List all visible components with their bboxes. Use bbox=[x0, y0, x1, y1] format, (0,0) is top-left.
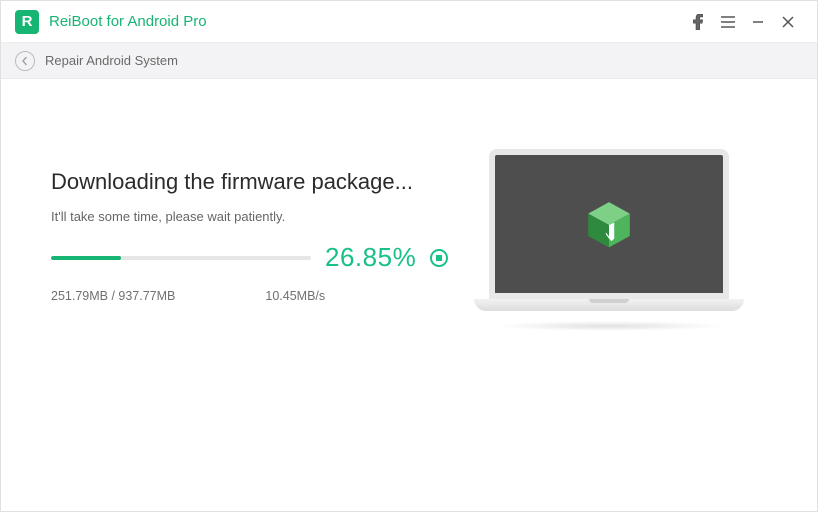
download-speed: 10.45MB/s bbox=[265, 289, 325, 303]
app-title: ReiBoot for Android Pro bbox=[49, 13, 207, 30]
titlebar: R ReiBoot for Android Pro bbox=[1, 1, 817, 43]
package-icon bbox=[583, 198, 635, 250]
app-logo-icon: R bbox=[15, 10, 39, 34]
progress-row: 26.85% bbox=[51, 242, 451, 273]
progress-percent: 26.85% bbox=[325, 242, 416, 273]
laptop-screen bbox=[489, 149, 729, 299]
minimize-button[interactable] bbox=[743, 7, 773, 37]
download-panel: Downloading the firmware package... It'l… bbox=[51, 129, 451, 303]
illustration bbox=[451, 129, 767, 331]
download-size: 251.79MB / 937.77MB bbox=[51, 289, 175, 303]
close-button[interactable] bbox=[773, 7, 803, 37]
facebook-icon[interactable] bbox=[683, 7, 713, 37]
progress-fill bbox=[51, 256, 121, 260]
download-stats: 251.79MB / 937.77MB 10.45MB/s bbox=[51, 289, 451, 303]
laptop-shadow bbox=[494, 321, 724, 331]
laptop-illustration bbox=[474, 149, 744, 331]
progress-bar bbox=[51, 256, 311, 260]
page-title: Repair Android System bbox=[45, 53, 178, 68]
stop-button[interactable] bbox=[430, 249, 448, 267]
download-subtext: It'll take some time, please wait patien… bbox=[51, 209, 451, 224]
menu-icon[interactable] bbox=[713, 7, 743, 37]
main-content: Downloading the firmware package... It'l… bbox=[1, 79, 817, 511]
subheader: Repair Android System bbox=[1, 43, 817, 79]
download-heading: Downloading the firmware package... bbox=[51, 169, 451, 195]
back-button[interactable] bbox=[15, 51, 35, 71]
laptop-base bbox=[474, 299, 744, 311]
